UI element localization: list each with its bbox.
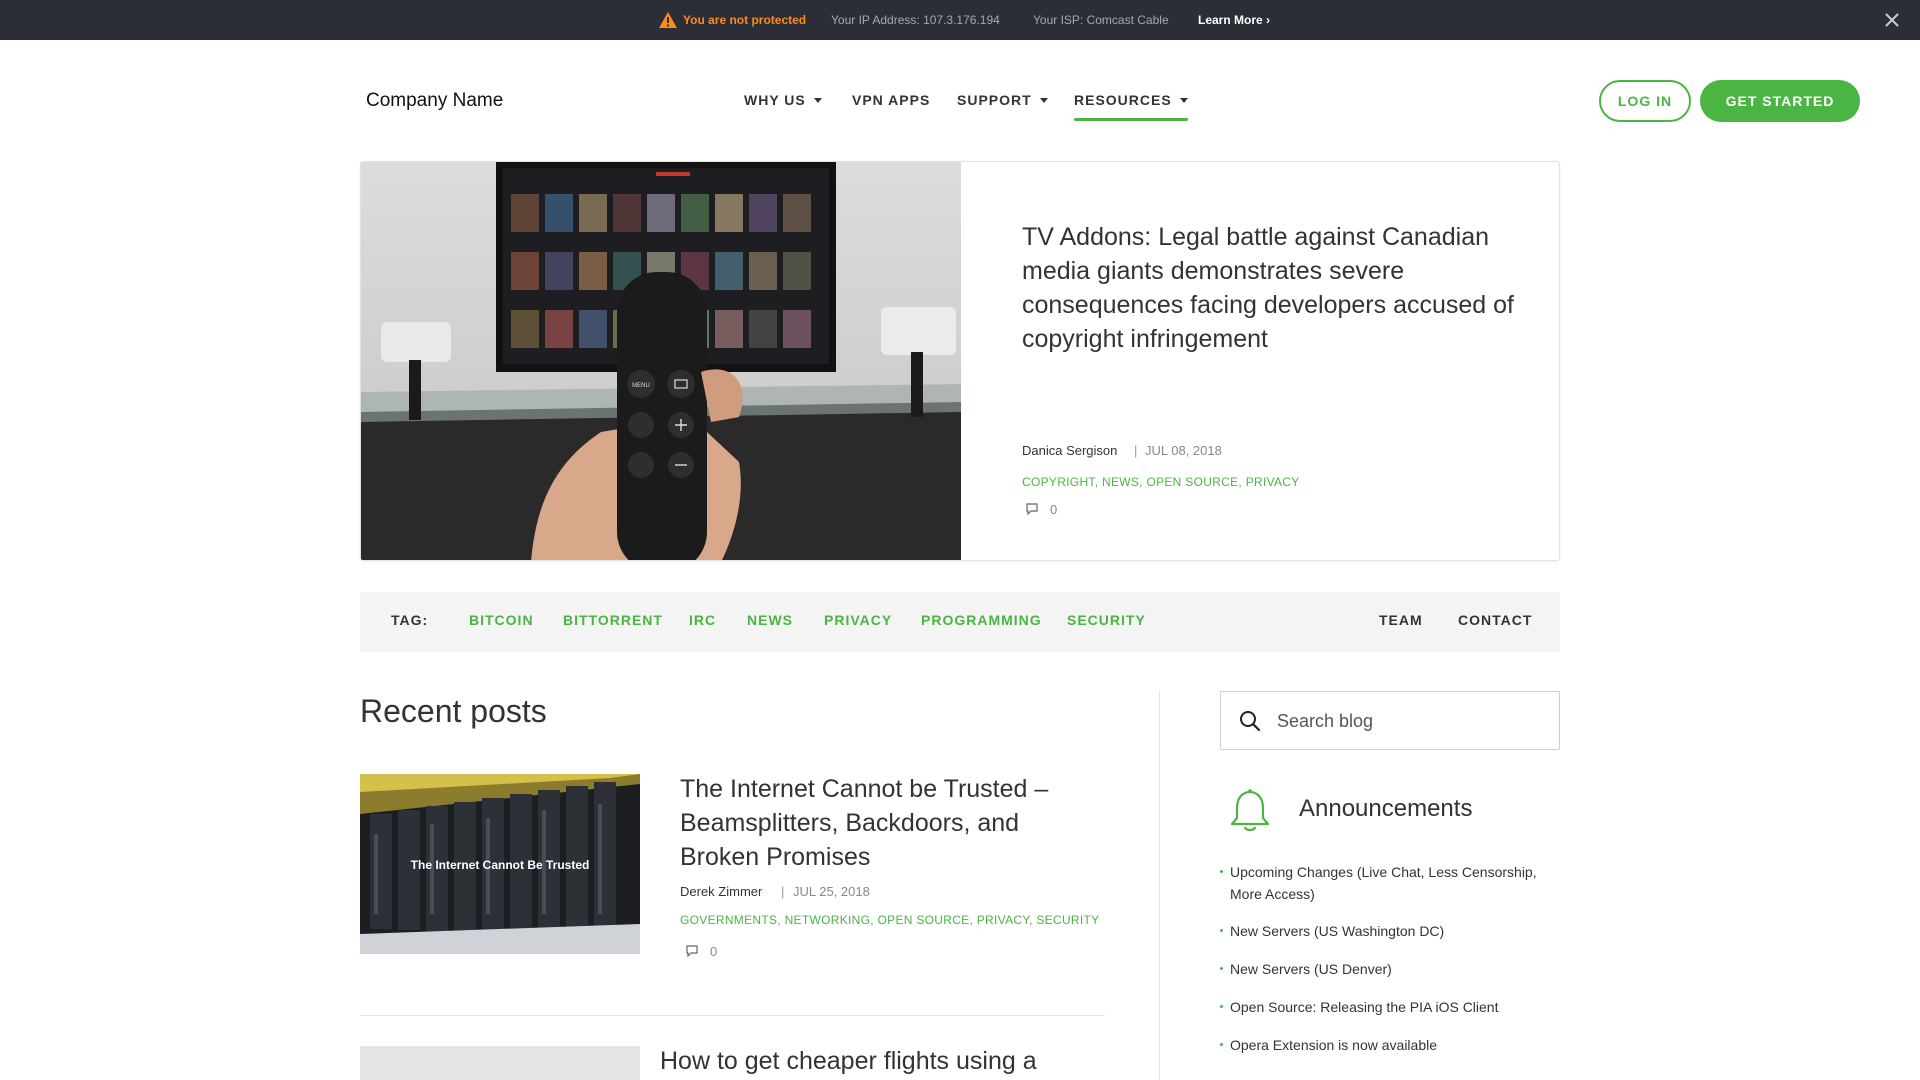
close-icon[interactable] xyxy=(1883,11,1901,29)
announcement-item[interactable]: Upcoming Changes (Live Chat, Less Censor… xyxy=(1220,861,1560,905)
post-date: JUL 25, 2018 xyxy=(793,884,870,899)
tag-privacy[interactable]: PRIVACY xyxy=(824,592,892,648)
protection-notice-bar: You are not protected Your IP Address: 1… xyxy=(0,0,1920,40)
column-divider xyxy=(1159,690,1160,1080)
login-button[interactable]: LOG IN xyxy=(1599,80,1691,122)
get-started-button[interactable]: GET STARTED xyxy=(1700,80,1860,122)
nav-support-label: SUPPORT xyxy=(957,92,1032,108)
nav-resources-label: RESOURCES xyxy=(1074,92,1172,108)
nav-support[interactable]: SUPPORT xyxy=(957,92,1048,108)
featured-comment-count[interactable]: 0 xyxy=(1050,502,1057,517)
post-thumbnail-caption: The Internet Cannot Be Trusted xyxy=(411,858,590,872)
warning-icon xyxy=(659,12,677,28)
search-icon[interactable] xyxy=(1239,710,1261,732)
tag-security[interactable]: SECURITY xyxy=(1067,592,1146,648)
featured-article-card: MENU TV Addons: Legal battle against Can… xyxy=(360,161,1560,561)
isp-text: Your ISP: Comcast Cable xyxy=(1033,13,1169,27)
search-input[interactable] xyxy=(1277,700,1547,742)
learn-more-link[interactable]: Learn More › xyxy=(1198,0,1270,40)
nav-vpn-apps-label: VPN APPS xyxy=(852,92,931,108)
post-categories[interactable]: GOVERNMENTS, NETWORKING, OPEN SOURCE, PR… xyxy=(680,913,1099,927)
announcement-item[interactable]: Open Source: Releasing the PIA iOS Clien… xyxy=(1220,996,1560,1018)
featured-article-categories[interactable]: COPYRIGHT, NEWS, OPEN SOURCE, PRIVACY xyxy=(1022,475,1300,489)
post-title[interactable]: The Internet Cannot be Trusted – Beamspl… xyxy=(680,772,1100,874)
brand-logo-text[interactable]: Company Name xyxy=(366,90,503,112)
tag-bar: TAG: BITCOIN BITTORRENT IRC NEWS PRIVACY… xyxy=(360,592,1560,652)
bell-icon xyxy=(1230,789,1270,832)
tag-bitcoin[interactable]: BITCOIN xyxy=(469,592,534,648)
team-link[interactable]: TEAM xyxy=(1379,592,1423,648)
announcement-text: Upcoming Changes (Live Chat, Less Censor… xyxy=(1230,864,1537,902)
meta-separator: | xyxy=(1134,443,1138,458)
recent-posts-heading: Recent posts xyxy=(360,693,547,729)
nav-resources[interactable]: RESOURCES xyxy=(1074,92,1188,121)
tag-bittorrent[interactable]: BITTORRENT xyxy=(563,592,663,648)
post-title[interactable]: How to get cheaper flights using a VPN xyxy=(660,1044,1080,1080)
featured-article-author[interactable]: Danica Sergison xyxy=(1022,443,1117,458)
tag-label: TAG: xyxy=(391,612,429,628)
contact-link[interactable]: CONTACT xyxy=(1458,592,1532,648)
announcement-text: New Servers (US Washington DC) xyxy=(1230,923,1445,939)
post-comment-count[interactable]: 0 xyxy=(710,944,717,959)
post-thumbnail[interactable]: The Internet Cannot Be Trusted xyxy=(360,774,640,954)
caret-down-icon xyxy=(1039,98,1048,103)
ip-address-text: Your IP Address: 107.3.176.194 xyxy=(831,13,1000,27)
caret-down-icon xyxy=(1179,98,1188,103)
announcement-text: Open Source: Releasing the PIA iOS Clien… xyxy=(1230,999,1499,1015)
remote-menu-label: MENU xyxy=(632,383,650,389)
featured-article-date: JUL 08, 2018 xyxy=(1145,443,1222,458)
caret-down-icon xyxy=(813,98,822,103)
blog-search-box xyxy=(1220,691,1560,750)
announcement-text: New Servers (US Denver) xyxy=(1230,961,1392,977)
nav-why-us-label: WHY US xyxy=(744,92,806,108)
announcement-item[interactable]: Opera Extension is now available xyxy=(1220,1034,1560,1056)
tag-irc[interactable]: IRC xyxy=(689,592,716,648)
post-thumbnail[interactable] xyxy=(360,1046,640,1080)
nav-vpn-apps[interactable]: VPN APPS xyxy=(852,92,930,108)
post-author[interactable]: Derek Zimmer xyxy=(680,884,762,899)
announcement-item[interactable]: New Servers (US Washington DC) xyxy=(1220,920,1560,942)
featured-article-title[interactable]: TV Addons: Legal battle against Canadian… xyxy=(1022,220,1522,356)
protection-warning-text: You are not protected xyxy=(683,13,807,27)
tag-programming[interactable]: PROGRAMMING xyxy=(921,592,1042,648)
comment-icon[interactable] xyxy=(1026,503,1038,515)
announcement-item[interactable]: New Servers (US Denver) xyxy=(1220,958,1560,980)
featured-article-image[interactable]: MENU xyxy=(361,162,961,561)
post-divider xyxy=(360,1015,1105,1016)
announcement-text: Opera Extension is now available xyxy=(1230,1037,1438,1053)
meta-separator: | xyxy=(781,884,785,899)
announcements-heading: Announcements xyxy=(1299,795,1473,822)
nav-why-us[interactable]: WHY US xyxy=(744,92,822,108)
comment-icon[interactable] xyxy=(686,945,698,957)
tag-news[interactable]: NEWS xyxy=(747,592,793,648)
